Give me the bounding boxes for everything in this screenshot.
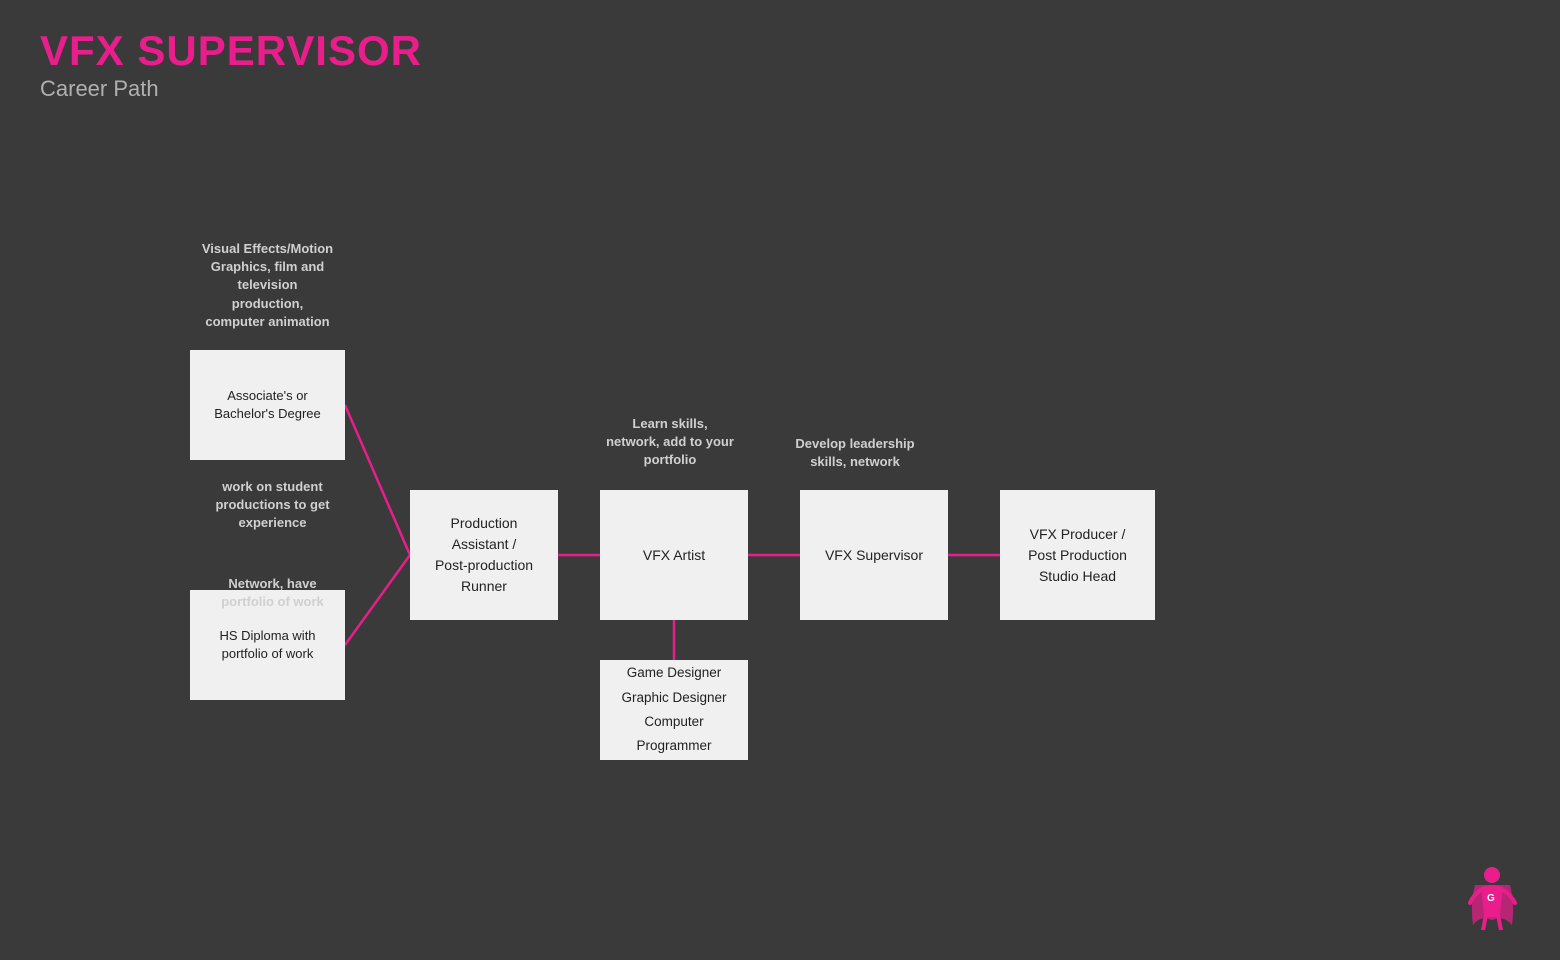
- page-title: VFX SUPERVISOR: [40, 30, 422, 72]
- field-label: Visual Effects/MotionGraphics, film andt…: [190, 240, 345, 331]
- job-prod-asst-text: ProductionAssistant /Post-productionRunn…: [435, 513, 533, 597]
- education-associates-text: Associate's orBachelor's Degree: [214, 387, 321, 423]
- education-hs-text: HS Diploma withportfolio of work: [219, 627, 315, 663]
- job-vfx-artist-text: VFX Artist: [643, 545, 705, 566]
- alt-job-computer-programmer: ComputerProgrammer: [636, 710, 711, 759]
- annotation-work-student: work on studentproductions to getexperie…: [195, 478, 350, 533]
- annotation-learn-skills: Learn skills,network, add to yourportfol…: [565, 415, 775, 470]
- logo: G: [1465, 865, 1520, 930]
- header: VFX SUPERVISOR Career Path: [40, 30, 422, 102]
- job-box-vfx-artist: VFX Artist: [600, 490, 748, 620]
- career-diagram: Visual Effects/MotionGraphics, film andt…: [0, 130, 1560, 910]
- alt-job-graphic-designer: Graphic Designer: [621, 686, 726, 710]
- education-box-associates: Associate's orBachelor's Degree: [190, 350, 345, 460]
- alt-jobs-box: Game Designer Graphic Designer ComputerP…: [600, 660, 748, 760]
- page-subtitle: Career Path: [40, 76, 422, 102]
- annotation-develop-leadership: Develop leadershipskills, network: [760, 435, 950, 471]
- job-box-production-assistant: ProductionAssistant /Post-productionRunn…: [410, 490, 558, 620]
- svg-text:G: G: [1487, 893, 1495, 904]
- job-vfx-supervisor-text: VFX Supervisor: [825, 545, 923, 566]
- job-box-vfx-producer: VFX Producer /Post ProductionStudio Head: [1000, 490, 1155, 620]
- annotation-network: Network, haveportfolio of work: [195, 575, 350, 611]
- job-vfx-producer-text: VFX Producer /Post ProductionStudio Head: [1028, 524, 1127, 587]
- job-box-vfx-supervisor: VFX Supervisor: [800, 490, 948, 620]
- alt-job-game-designer: Game Designer: [627, 661, 722, 685]
